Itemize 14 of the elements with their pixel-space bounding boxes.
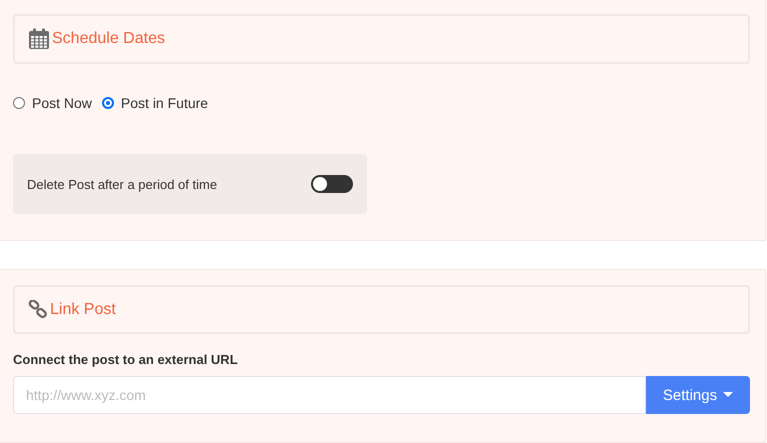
url-input-field[interactable]: http://www.xyz.com (13, 376, 646, 414)
radio-button[interactable] (102, 97, 114, 109)
option-label: Delete Post after a period of time (27, 176, 218, 192)
section-title: Schedule Dates (52, 30, 165, 48)
field-label: Connect the post to an external URL (13, 352, 239, 367)
section-title: Link Post (50, 300, 116, 318)
radio-label: Post Now (32, 95, 92, 111)
settings-button[interactable]: Settings (646, 376, 750, 414)
radio-label: Post in Future (120, 95, 208, 111)
link-icon (28, 300, 48, 320)
calendar-icon (28, 28, 50, 50)
toggle-switch[interactable] (311, 175, 353, 193)
caret-icon (723, 392, 734, 398)
radio-button[interactable] (13, 97, 25, 109)
